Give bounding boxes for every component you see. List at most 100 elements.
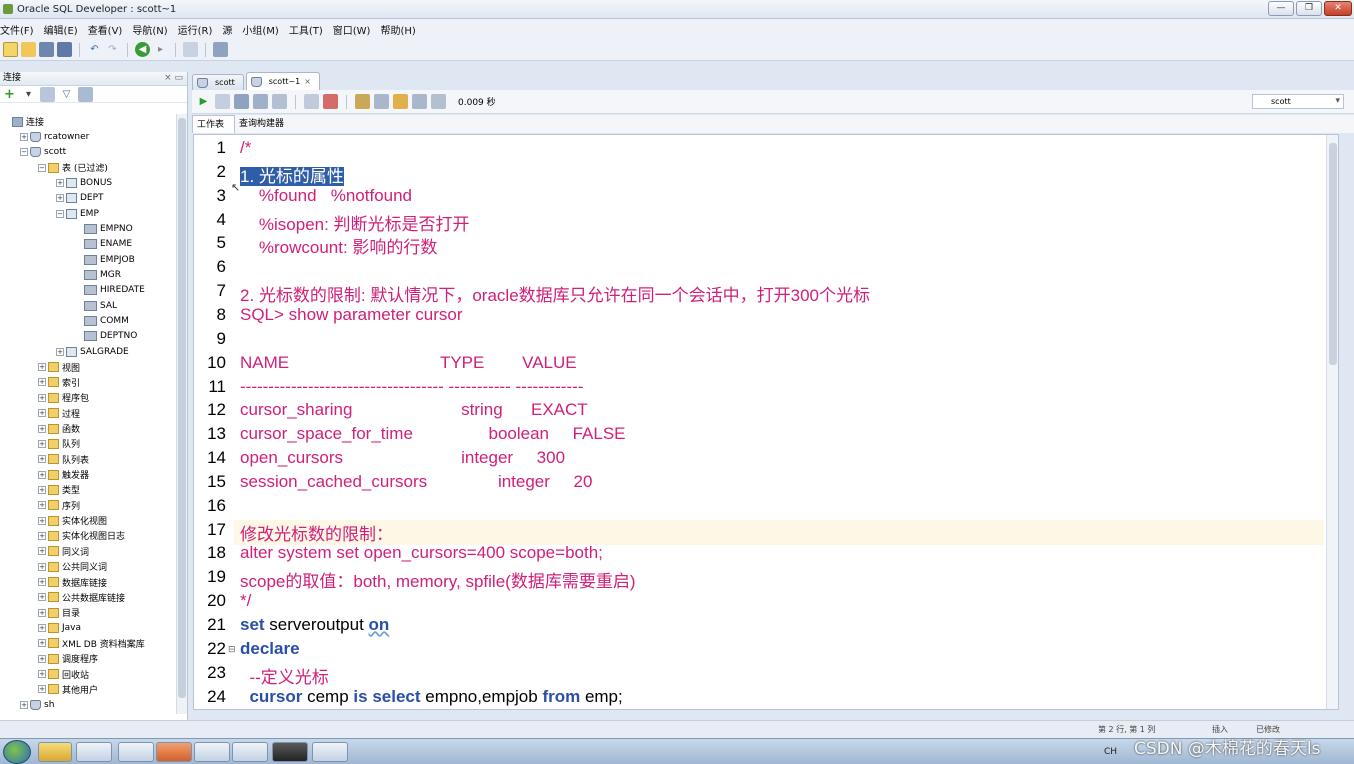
tree-item[interactable]: + 队列表 [38, 452, 89, 467]
history-icon[interactable] [412, 94, 427, 109]
code-line[interactable]: SQL> show parameter cursor [240, 305, 463, 325]
menu-source[interactable]: 源 [222, 22, 239, 37]
tree-item[interactable]: + 索引 [38, 375, 80, 390]
code-editor[interactable]: 1 2 3 4 5 6 7 8 9 10 11 12 13 14 15 16 17 18 19 20 21 22 23 24 … [193, 134, 1339, 710]
dropdown-icon[interactable]: ▾ [21, 87, 36, 102]
tree-item[interactable]: + 公共同义词 [38, 559, 107, 574]
expand-icon[interactable]: + [56, 194, 64, 203]
panel-close-icon[interactable]: × ▭ [164, 72, 183, 85]
tree-item[interactable]: + Java [38, 621, 81, 636]
code-line[interactable]: --定义光标 [240, 663, 328, 688]
expand-icon[interactable]: + [38, 547, 46, 556]
tree-item[interactable]: + 过程 [38, 406, 80, 421]
code-line[interactable]: set serveroutput on [240, 615, 389, 635]
tree-item[interactable]: + BONUS [56, 175, 112, 190]
menu-navigate[interactable]: 导航(N) [132, 22, 174, 37]
menu-edit[interactable]: 编辑(E) [44, 22, 85, 37]
tree-item[interactable]: DEPTNO [74, 329, 137, 344]
eraser-icon[interactable] [393, 94, 408, 109]
tab-scott[interactable]: scott [192, 74, 244, 90]
editor-scrollbar[interactable] [1326, 135, 1338, 709]
powerpoint-taskbar-icon[interactable] [156, 742, 192, 762]
save-icon[interactable] [39, 42, 54, 57]
expand-icon[interactable]: + [38, 455, 46, 464]
tree-item[interactable]: + rcatowner [20, 129, 89, 144]
tree-item[interactable]: MGR [74, 268, 121, 283]
maximize-button[interactable]: ❐ [1296, 1, 1322, 16]
tree-item[interactable]: + 视图 [38, 360, 80, 375]
menu-team[interactable]: 小组(M) [242, 22, 285, 37]
tree-item[interactable]: COMM [74, 314, 129, 329]
code-line[interactable]: NAME TYPE VALUE [240, 353, 577, 373]
new-icon[interactable] [3, 42, 18, 57]
tree-item[interactable]: + 程序包 [38, 390, 89, 405]
app-taskbar-icon[interactable] [312, 742, 348, 762]
tree-item[interactable]: − 表 (已过滤) [38, 160, 108, 175]
app-taskbar-icon[interactable] [118, 742, 154, 762]
tree-item[interactable]: EMPJOB [74, 252, 135, 267]
menu-view[interactable]: 查看(V) [88, 22, 130, 37]
tree-item[interactable]: + 回收站 [38, 667, 89, 682]
undo-icon[interactable]: ↶ [87, 42, 102, 57]
tree-item[interactable]: + sh [20, 697, 54, 712]
code-line[interactable]: %found %notfound [240, 186, 412, 206]
app-taskbar-icon[interactable] [232, 742, 268, 762]
expand-icon[interactable]: + [38, 562, 46, 571]
code-line[interactable]: scope的取值：both, memory, spfile(数据库需要重启) [240, 567, 635, 592]
code-line[interactable]: ------------------------------------ ---… [240, 377, 583, 397]
tree-item[interactable]: + 队列 [38, 436, 80, 451]
expand-icon[interactable]: + [38, 393, 46, 402]
expand-icon[interactable]: + [38, 639, 46, 648]
expand-icon[interactable]: + [20, 132, 28, 141]
sql-worksheet-icon[interactable] [183, 42, 198, 57]
scrollbar-thumb[interactable] [178, 118, 186, 698]
expand-icon[interactable]: + [38, 624, 46, 633]
open-icon[interactable] [21, 42, 36, 57]
collapse-icon[interactable]: − [38, 163, 46, 172]
refresh-icon[interactable] [40, 86, 55, 102]
tree-item[interactable]: + 公共数据库链接 [38, 590, 125, 605]
monitor-icon[interactable] [213, 42, 228, 57]
tree-item[interactable]: − scott [20, 145, 66, 160]
expand-icon[interactable]: + [38, 516, 46, 525]
save-all-icon[interactable] [57, 42, 72, 57]
menu-file[interactable]: 文件(F) [0, 22, 41, 37]
code-line[interactable]: cursor_space_for_time boolean FALSE [240, 424, 626, 444]
code-line[interactable]: 1. 光标的属性 [240, 162, 344, 187]
expand-icon[interactable]: + [38, 670, 46, 679]
tree-item[interactable]: + 触发器 [38, 467, 89, 482]
expand-icon[interactable]: + [38, 501, 46, 510]
expand-icon[interactable]: + [38, 409, 46, 418]
expand-icon[interactable]: + [38, 578, 46, 586]
tree-item[interactable]: − EMP [56, 206, 99, 221]
tree-item[interactable]: + 实体化视图日志 [38, 528, 125, 543]
connection-select[interactable]: scott [1252, 94, 1344, 109]
commit-icon[interactable] [234, 94, 249, 109]
tree-item[interactable]: + 类型 [38, 482, 80, 497]
sql-tuning-icon[interactable] [323, 94, 338, 109]
connections-scrollbar[interactable] [176, 114, 187, 714]
expand-icon[interactable]: + [56, 347, 64, 356]
code-line[interactable]: alter system set open_cursors=400 scope=… [240, 543, 603, 563]
tree-item[interactable]: ENAME [74, 237, 132, 252]
format-icon[interactable] [355, 94, 370, 109]
tree-item[interactable]: + 序列 [38, 498, 80, 513]
menu-run[interactable]: 运行(R) [178, 22, 220, 37]
code-line[interactable]: cursor_sharing string EXACT [240, 400, 588, 420]
console-taskbar-icon[interactable] [272, 742, 308, 762]
close-tab-icon[interactable]: × [304, 77, 311, 86]
code-line[interactable]: %rowcount: 影响的行数 [240, 233, 438, 258]
expand-icon[interactable]: + [38, 439, 46, 448]
expand-icon[interactable]: + [38, 654, 46, 663]
tree-item[interactable]: + 调度程序 [38, 651, 98, 666]
tab-query-builder[interactable]: 查询构建器 [235, 115, 294, 133]
tree-item[interactable]: 连接 [2, 114, 44, 129]
fold-toggle-icon[interactable]: ⊟ [228, 645, 236, 655]
code-line[interactable]: 2. 光标数的限制: 默认情况下，oracle数据库只允许在同一个会话中，打开3… [240, 281, 870, 306]
code-line[interactable]: declare [240, 639, 300, 659]
filter-icon[interactable]: ▽ [59, 87, 74, 102]
tree-item[interactable]: + SALGRADE [56, 344, 129, 359]
tab-scott-1[interactable]: scott~1 × [245, 72, 320, 90]
close-button[interactable]: ✕ [1324, 1, 1352, 16]
tree-item[interactable]: + 实体化视图 [38, 513, 107, 528]
